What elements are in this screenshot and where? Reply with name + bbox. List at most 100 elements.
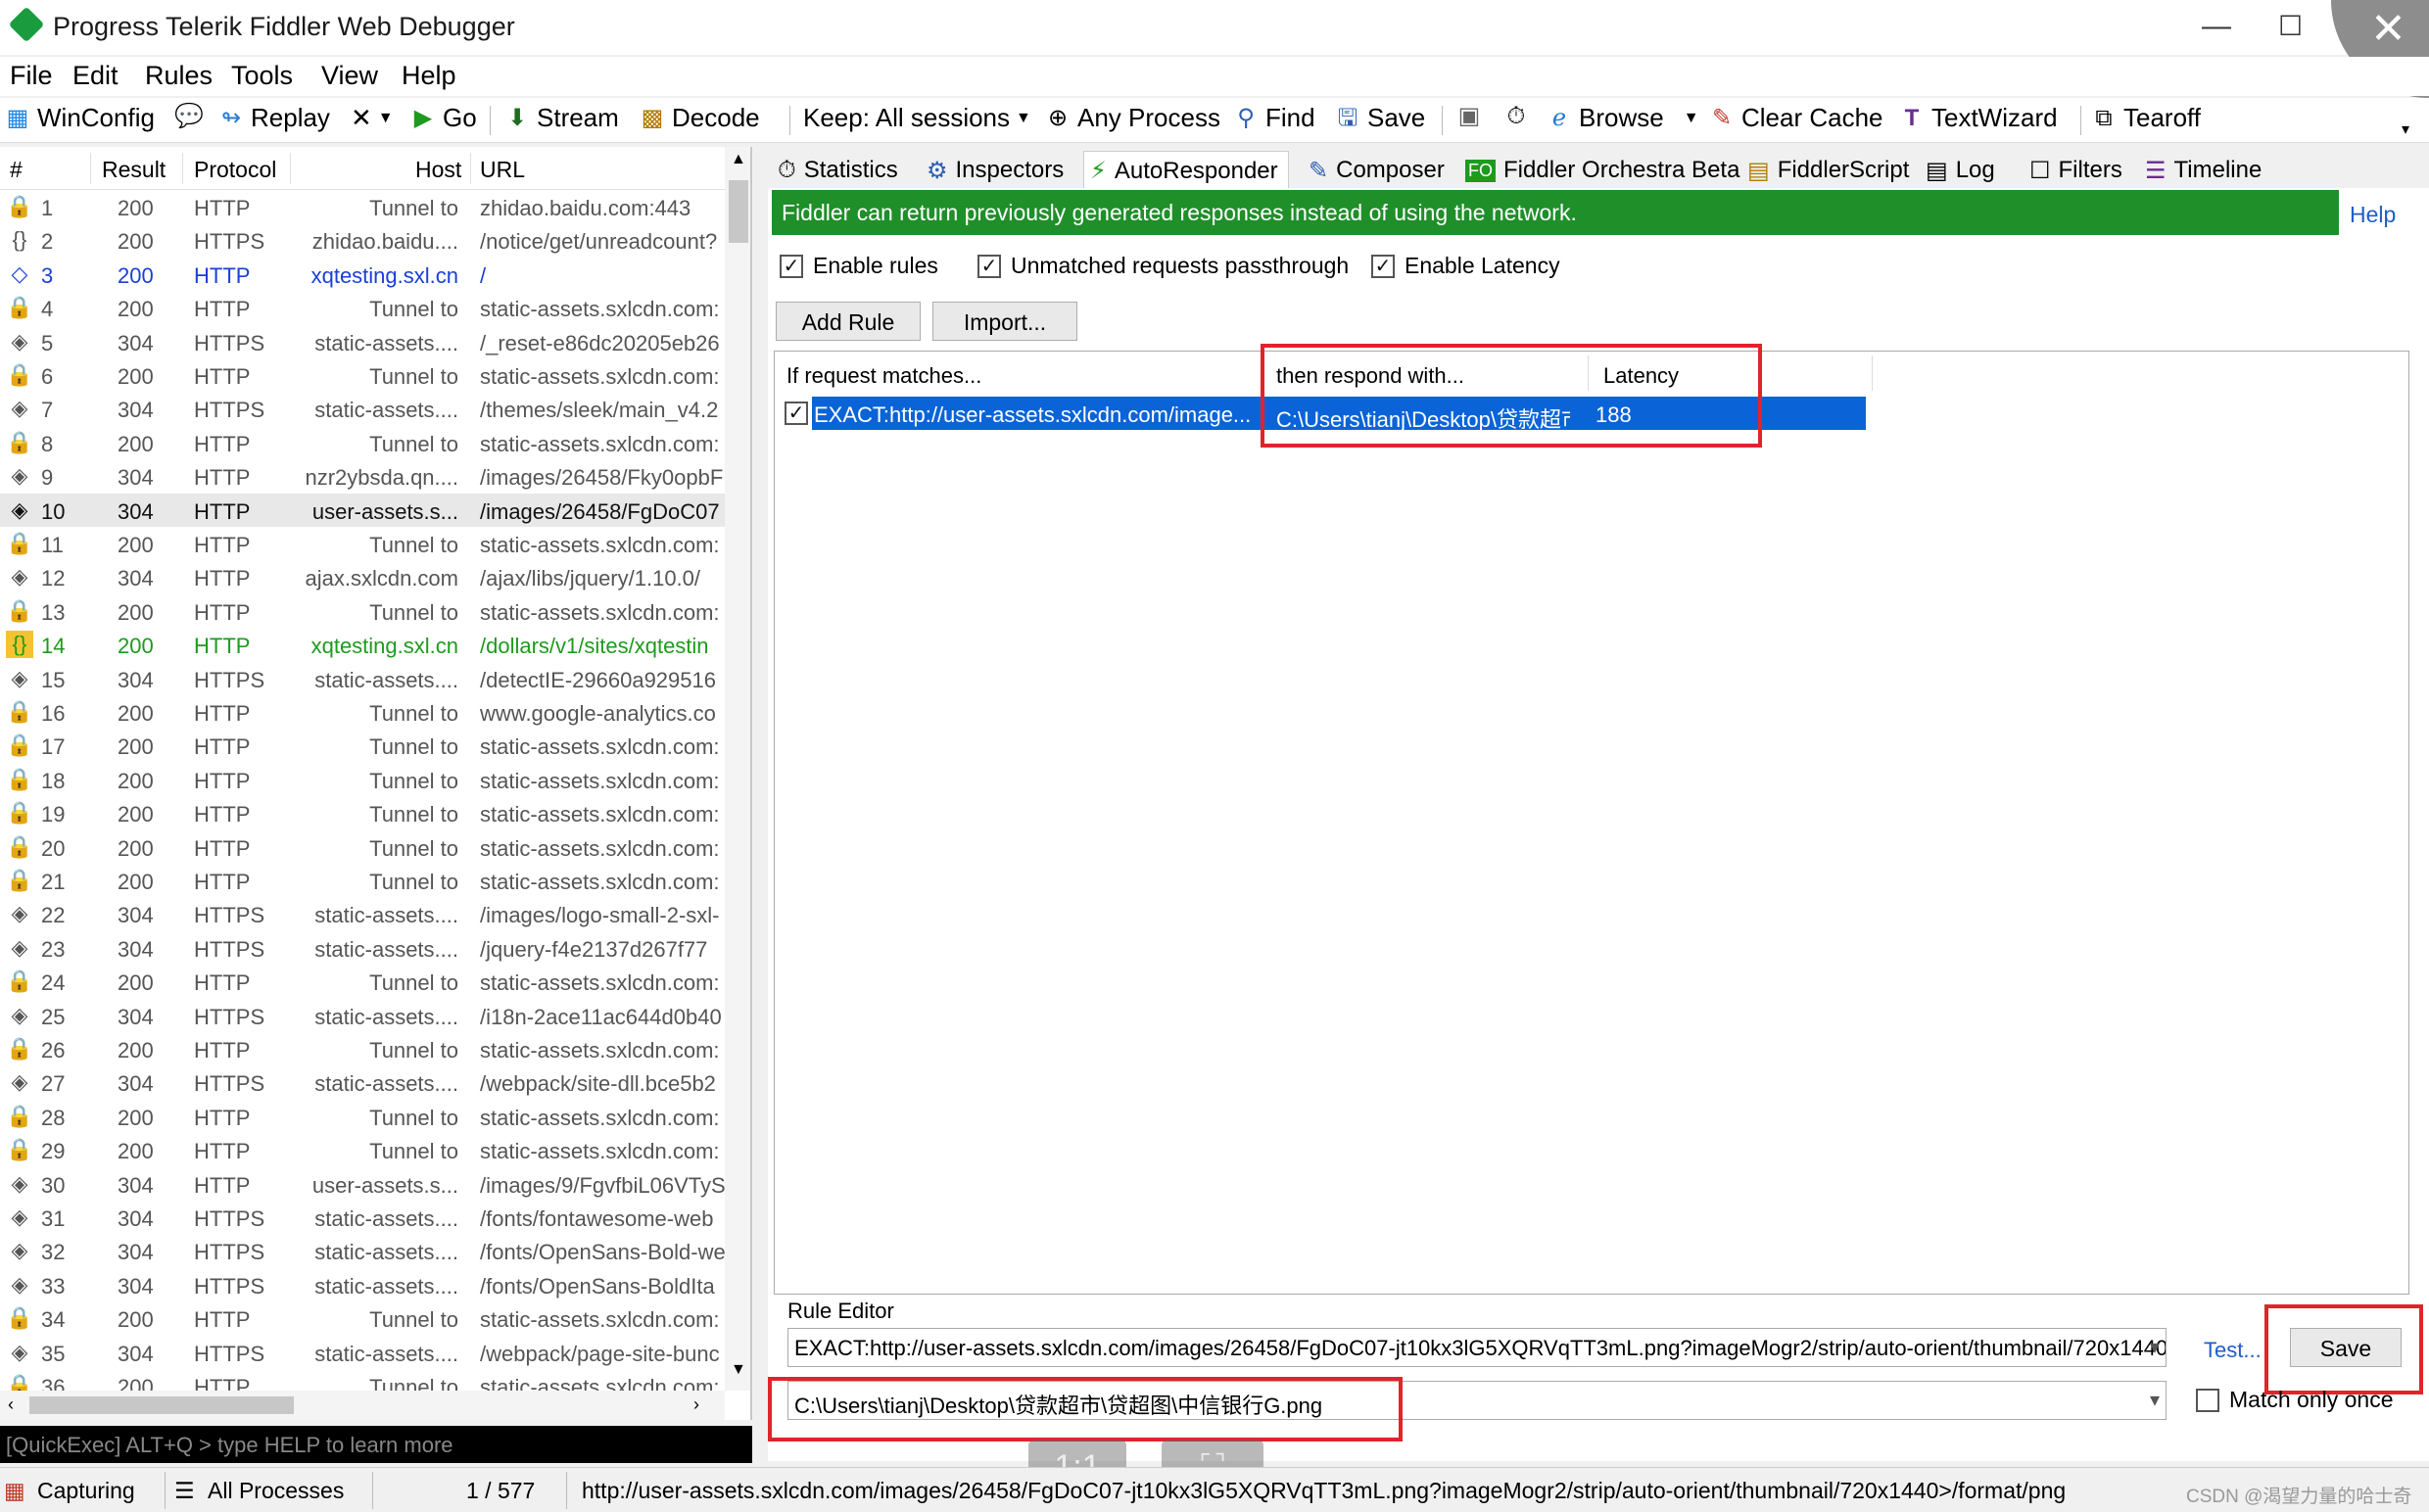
tab-inspectors[interactable]: ⚙ Inspectors <box>921 151 1070 190</box>
scroll-up-icon[interactable]: ▲ <box>731 151 746 168</box>
session-row[interactable]: 🔒 34 200 HTTP Tunnel to static-assets.sxlcdn.… <box>0 1301 725 1335</box>
any-process-button[interactable]: ⊕ Any Process <box>1044 103 1220 133</box>
session-row[interactable]: 🔒 17 200 HTTP Tunnel to static-assets.sxlcdn.… <box>0 729 725 762</box>
tab-orchestra[interactable]: FO Fiddler Orchestra Beta <box>1459 151 1745 190</box>
session-row[interactable]: 🔒 24 200 HTTP Tunnel to static-assets.sxlcdn.… <box>0 965 725 998</box>
screenshot-button[interactable]: ▣ <box>1455 103 1483 130</box>
unmatched-passthrough-checkbox[interactable]: ✓ Unmatched requests passthrough <box>977 253 1349 279</box>
session-row[interactable]: 🔒 1 200 HTTP Tunnel to zhidao.baidu.com:443 <box>0 190 725 223</box>
session-row[interactable]: 🔒 13 200 HTTP Tunnel to static-assets.sxlcdn.… <box>0 594 725 628</box>
tab-statistics[interactable]: ⏱ Statistics <box>772 151 904 190</box>
capturing-icon[interactable]: ▦ <box>4 1478 25 1504</box>
session-row[interactable]: 🔒 16 200 HTTP Tunnel to www.google-analytics.… <box>0 695 725 729</box>
menu-help[interactable]: Help <box>402 61 456 91</box>
column-host[interactable]: Host <box>415 157 461 183</box>
match-pattern-combo[interactable]: EXACT:http://user-assets.sxlcdn.com/imag… <box>787 1328 2167 1367</box>
session-row[interactable]: ◈ 12 304 HTTP ajax.sxlcdn.com/ajax/libs/jque… <box>0 560 725 593</box>
session-row[interactable]: ◈ 27 304 HTTPS static-assets.... /webpack/sit… <box>0 1065 725 1099</box>
session-row[interactable]: ◈ 5 304 HTTPS static-assets.... /_reset-e86dc… <box>0 325 725 358</box>
column-match[interactable]: If request matches... <box>786 363 981 389</box>
session-row[interactable]: 🔒 29 200 HTTP Tunnel to static-assets.sxlcdn.… <box>0 1133 725 1166</box>
sessions-list[interactable]: # Result Protocol Host URL 🔒 1 200 HTTP Tunn… <box>0 147 752 1420</box>
winconfig-button[interactable]: ▦ WinConfig <box>4 103 155 133</box>
remove-button[interactable]: ✕ ▼ <box>351 103 394 133</box>
session-row[interactable]: 🔒 20 200 HTTP Tunnel to static-assets.sxlcdn.… <box>0 830 725 864</box>
session-row[interactable]: ◈ 30 304 HTTP user-assets.s... /images/9/Fgvf… <box>0 1167 725 1201</box>
menu-view[interactable]: View <box>321 61 378 91</box>
rules-list[interactable]: If request matches... then respond with.… <box>774 344 2409 1295</box>
vertical-scrollbar[interactable]: ▲ ▼ <box>725 147 750 1391</box>
session-row[interactable]: ◈ 22 304 HTTPS static-assets.... /images/logo… <box>0 897 725 930</box>
test-link[interactable]: Test... <box>2204 1338 2262 1363</box>
column-number[interactable]: # <box>10 157 23 183</box>
tearoff-button[interactable]: ⧉ Tearoff <box>2090 103 2201 133</box>
tab-composer[interactable]: ✎ Composer <box>1303 151 1451 190</box>
session-row[interactable]: 🔒 18 200 HTTP Tunnel to static-assets.sxlcdn.… <box>0 763 725 796</box>
save-toolbar-button[interactable]: 🖫 Save <box>1334 103 1426 133</box>
enable-latency-checkbox[interactable]: ✓ Enable Latency <box>1371 253 1560 279</box>
stream-button[interactable]: ⬇ Stream <box>503 103 619 133</box>
session-row[interactable]: ◈ 32 304 HTTPS static-assets.... /fonts/OpenS… <box>0 1234 725 1267</box>
session-row[interactable]: {} 2 200 HTTPS zhidao.baidu.... /notice/get/u… <box>0 223 725 257</box>
session-row[interactable]: ◈ 33 304 HTTPS static-assets.... /fonts/OpenS… <box>0 1268 725 1301</box>
enable-rules-checkbox[interactable]: ✓ Enable rules <box>780 253 938 279</box>
browse-button[interactable]: ℯ Browse ▼ <box>1546 103 1699 133</box>
session-row[interactable]: 🔒 11 200 HTTP Tunnel to static-assets.sxlcdn.… <box>0 527 725 560</box>
timer-button[interactable]: ⏱ <box>1502 103 1530 130</box>
add-rule-button[interactable]: Add Rule <box>776 302 921 341</box>
keep-sessions-dropdown[interactable]: Keep: All sessions ▼ <box>803 103 1031 133</box>
tab-filters[interactable]: ☐ Filters <box>2024 151 2128 190</box>
session-row[interactable]: ◈ 31 304 HTTPS static-assets.... /fonts/fonta… <box>0 1201 725 1234</box>
session-row[interactable]: ◈ 7 304 HTTPS static-assets.... /themes/sleek… <box>0 392 725 425</box>
scroll-right-icon[interactable]: › <box>693 1394 699 1415</box>
import-button[interactable]: Import... <box>932 302 1077 341</box>
column-url[interactable]: URL <box>480 157 525 183</box>
maximize-button[interactable]: ☐ <box>2278 10 2303 42</box>
capturing-status[interactable]: Capturing <box>37 1478 135 1504</box>
menu-file[interactable]: File <box>10 61 53 91</box>
menu-tools[interactable]: Tools <box>231 61 293 91</box>
decode-button[interactable]: ▩ Decode <box>639 103 760 133</box>
session-row[interactable]: ◈ 25 304 HTTPS static-assets.... /i18n-2ace11… <box>0 999 725 1032</box>
find-button[interactable]: ⚲ Find <box>1232 103 1314 133</box>
session-row[interactable]: ◈ 35 304 HTTPS static-assets.... /webpack/pag… <box>0 1336 725 1369</box>
session-row[interactable]: {} 14 200 HTTP xqtesting.sxl.cn/dollars/v1/s… <box>0 628 725 661</box>
quickexec-input[interactable]: [QuickExec] ALT+Q > type HELP to learn m… <box>0 1426 752 1463</box>
session-row[interactable]: 🔒 28 200 HTTP Tunnel to static-assets.sxlcdn.… <box>0 1100 725 1133</box>
tab-autoresponder[interactable]: ⚡ AutoResponder <box>1083 151 1289 190</box>
process-filter[interactable]: All Processes <box>208 1478 344 1504</box>
scrollbar-thumb[interactable] <box>729 180 748 243</box>
replay-button[interactable]: ↬ Replay <box>217 103 330 133</box>
minimize-button[interactable]: — <box>2202 10 2231 43</box>
session-row[interactable]: ◈ 9 304 HTTP nzr2ybsda.qn.... /images/26458/F… <box>0 459 725 493</box>
scroll-left-icon[interactable]: ‹ <box>8 1394 14 1415</box>
column-protocol[interactable]: Protocol <box>194 157 276 183</box>
column-result[interactable]: Result <box>102 157 166 183</box>
tab-fiddlerscript[interactable]: ▤ FiddlerScript <box>1741 151 1915 190</box>
rule-checkbox[interactable]: ✓ <box>785 402 808 425</box>
match-once-checkbox[interactable]: Match only once <box>2196 1387 2393 1413</box>
session-row[interactable]: ◈ 15 304 HTTPS static-assets.... /detectIE-29… <box>0 662 725 695</box>
session-row[interactable]: 🔒 26 200 HTTP Tunnel to static-assets.sxlcdn.… <box>0 1032 725 1065</box>
session-row[interactable]: ◇ 3 200 HTTP xqtesting.sxl.cn / <box>0 258 725 291</box>
session-row[interactable]: 🔒 21 200 HTTP Tunnel to static-assets.sxlcdn.… <box>0 864 725 897</box>
tab-timeline[interactable]: ☰ Timeline <box>2139 151 2267 190</box>
comment-button[interactable]: 💬 <box>174 103 204 130</box>
horizontal-scrollbar[interactable]: ‹ › <box>0 1391 725 1420</box>
scrollbar-thumb[interactable] <box>29 1396 294 1414</box>
scroll-down-icon[interactable]: ▼ <box>731 1361 746 1379</box>
tab-log[interactable]: ▤ Log <box>1920 151 2001 190</box>
chevron-down-icon[interactable]: ▾ <box>2150 1388 2160 1412</box>
session-row[interactable]: ◈ 10 304 HTTP user-assets.s... /images/26458/… <box>0 493 725 527</box>
help-link[interactable]: Help <box>2350 202 2396 228</box>
session-row[interactable]: ◈ 23 304 HTTPS static-assets.... /jquery-f4e2… <box>0 931 725 965</box>
go-button[interactable]: ▶ Go <box>409 103 477 133</box>
chevron-down-icon[interactable]: ▾ <box>2150 1335 2160 1359</box>
session-row[interactable]: 🔒 4 200 HTTP Tunnel to static-assets.sxlcdn.c… <box>0 291 725 324</box>
session-row[interactable]: 🔒 8 200 HTTP Tunnel to static-assets.sxlcdn.c… <box>0 426 725 459</box>
menu-edit[interactable]: Edit <box>72 61 119 91</box>
clear-cache-button[interactable]: ✎ Clear Cache <box>1708 103 1883 133</box>
toolbar-overflow-icon[interactable]: ▾ <box>2402 119 2409 139</box>
menu-rules[interactable]: Rules <box>145 61 213 91</box>
session-row[interactable]: 🔒 6 200 HTTP Tunnel to static-assets.sxlcdn.c… <box>0 358 725 392</box>
